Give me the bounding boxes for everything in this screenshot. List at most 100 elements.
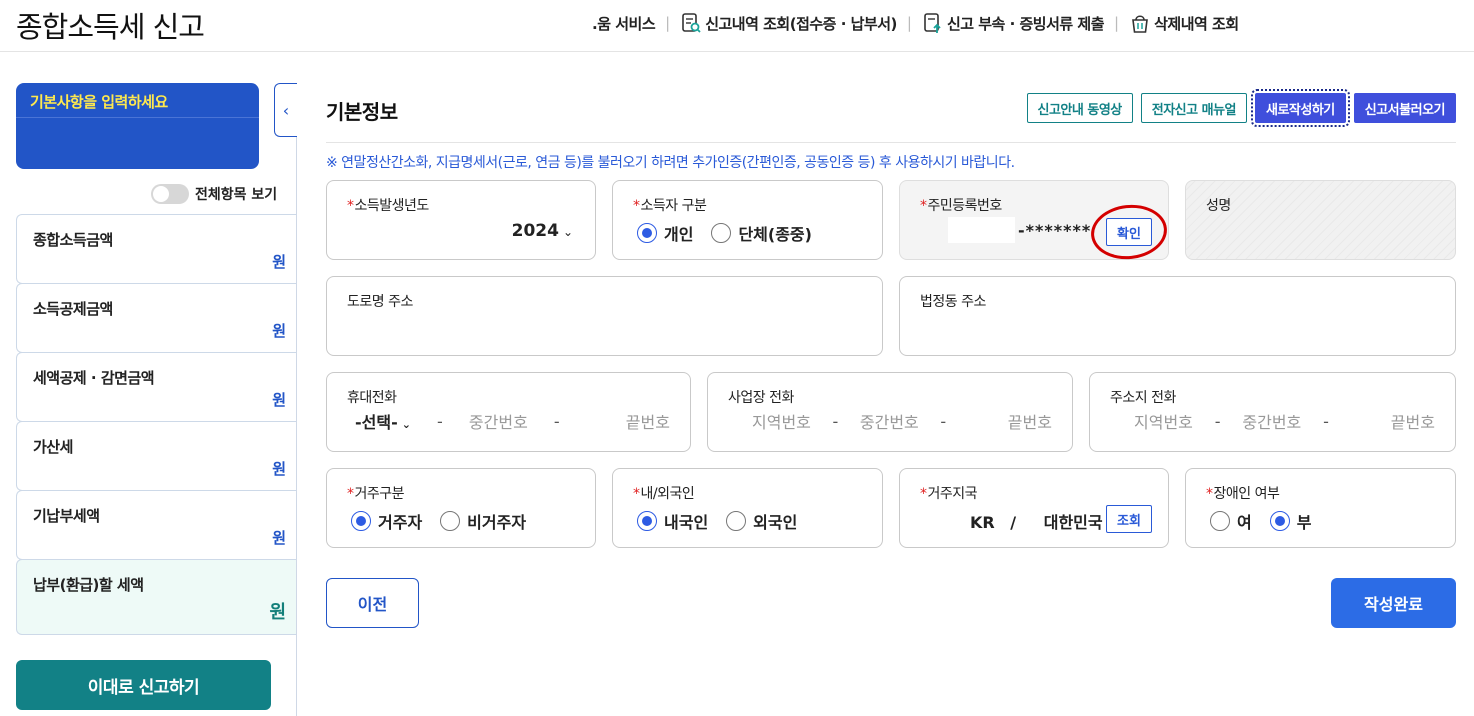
rrn-front-redacted	[948, 217, 1015, 243]
work-area-input[interactable]: 지역번호	[752, 409, 811, 433]
rrn-masked-tail: -*******	[1018, 221, 1092, 240]
summary-label: 소득공제금액	[33, 300, 113, 318]
nationality-radio-group: 내국인 외국인	[637, 509, 815, 533]
residence-country-field: *거주지국 KR / 대한민국 조회	[899, 468, 1169, 548]
header-buttons: 신고안내 동영상 전자신고 매뉴얼 새로작성하기 신고서불러오기	[1026, 89, 1456, 127]
nav-deleted-history-label: 삭제내역 조회	[1154, 14, 1239, 33]
income-year-select[interactable]: 2024 ⌄	[512, 221, 573, 241]
field-label: *소득자 구분	[633, 195, 707, 215]
load-report-button[interactable]: 신고서불러오기	[1353, 93, 1456, 123]
nav-report-history[interactable]: 신고내역 조회(접수증 · 납부서)	[680, 12, 897, 34]
income-year-label: 소득발생년도	[354, 198, 430, 214]
summary-label: 기납부세액	[33, 507, 100, 525]
earner-type-radio-group: 개인 단체(종중)	[637, 221, 830, 245]
home-middle-input[interactable]: 중간번호	[1242, 409, 1301, 433]
nav-service-label: .움 서비스	[592, 14, 656, 33]
nav-attachment-submit[interactable]: 신고 부속 · 증빙서류 제출	[922, 12, 1105, 34]
summary-item-penalty-tax[interactable]: 가산세 원	[16, 421, 297, 491]
residency-radio-group: 거주자 비거주자	[351, 509, 544, 533]
residency-field: *거주구분 거주자 비거주자	[326, 468, 596, 548]
radio-resident[interactable]: 거주자	[351, 509, 422, 533]
country-name: 대한민국	[1043, 513, 1103, 532]
toggle-knob	[153, 186, 169, 202]
legal-address-field[interactable]: 법정동 주소	[899, 276, 1456, 356]
radio-group-clan[interactable]: 단체(종중)	[711, 221, 812, 245]
required-mark: *	[347, 486, 354, 502]
manual-button[interactable]: 전자신고 매뉴얼	[1140, 93, 1247, 123]
country-lookup-button[interactable]: 조회	[1106, 505, 1152, 533]
chevron-down-icon: ⌄	[401, 418, 411, 431]
radio-circle[interactable]	[637, 223, 657, 243]
mobile-prefix-select[interactable]: -선택- ⌄	[355, 409, 411, 433]
dash: -	[1323, 411, 1329, 431]
residence-country-value: KR / 대한민국	[970, 509, 1103, 533]
guide-video-button[interactable]: 신고안내 동영상	[1026, 93, 1133, 123]
top-nav: .움 서비스 | 신고내역 조회(접수증 · 납부서) | 신고 부속 · 증빙…	[592, 10, 1239, 36]
dash: -	[832, 411, 839, 431]
mobile-phone-inputs: -선택- ⌄ - 중간번호 - 끝번호	[355, 409, 670, 433]
mobile-last-input[interactable]: 끝번호	[626, 409, 670, 433]
radio-circle[interactable]	[711, 223, 732, 243]
report-now-button[interactable]: 이대로 신고하기	[16, 660, 271, 710]
home-area-input[interactable]: 지역번호	[1134, 409, 1193, 433]
previous-button[interactable]: 이전	[326, 578, 419, 628]
guide-title: 기본사항을 입력하세요	[30, 93, 168, 111]
summary-label: 가산세	[33, 438, 73, 456]
radio-korean[interactable]: 내국인	[637, 509, 708, 533]
disabled-radio-group: 여 부	[1210, 509, 1329, 533]
dash: -	[553, 411, 560, 431]
field-label: 성명	[1206, 198, 1231, 214]
section-title: 기본정보	[326, 100, 398, 124]
work-middle-input[interactable]: 중간번호	[860, 409, 919, 433]
summary-label: 세액공제 · 감면금액	[33, 369, 155, 387]
radio-label: 개인	[664, 225, 694, 244]
legal-address-label: 법정동 주소	[920, 294, 986, 310]
summary-item-income-deduction[interactable]: 소득공제금액 원	[16, 283, 297, 353]
work-last-input[interactable]: 끝번호	[1008, 409, 1052, 433]
radio-foreigner[interactable]: 외국인	[726, 509, 797, 533]
new-write-button[interactable]: 새로작성하기	[1251, 89, 1350, 127]
section-divider	[326, 142, 1456, 143]
road-address-field[interactable]: 도로명 주소	[326, 276, 883, 356]
summary-item-tax-credit[interactable]: 세액공제 · 감면금액 원	[16, 352, 297, 422]
work-phone-inputs: 지역번호 - 중간번호 - 끝번호	[752, 409, 1052, 433]
radio-circle[interactable]	[637, 511, 657, 531]
radio-disabled-yes[interactable]: 여	[1210, 509, 1252, 533]
sidebar-collapse-button[interactable]: ‹	[274, 83, 297, 137]
nav-service[interactable]: .움 서비스	[592, 13, 656, 34]
income-year-field[interactable]: *소득발생년도 2024 ⌄	[326, 180, 596, 260]
field-label: *소득발생년도	[347, 195, 429, 215]
mobile-phone-label: 휴대전화	[347, 390, 397, 406]
home-last-input[interactable]: 끝번호	[1391, 409, 1435, 433]
summary-unit: 원	[272, 460, 286, 478]
radio-individual[interactable]: 개인	[637, 221, 693, 245]
summary-item-prepaid-tax[interactable]: 기납부세액 원	[16, 490, 297, 560]
radio-circle[interactable]	[1210, 511, 1230, 531]
radio-label: 비거주자	[467, 513, 527, 532]
radio-circle[interactable]	[726, 511, 747, 531]
show-all-toggle[interactable]	[151, 184, 189, 204]
nationality-label: 내/외국인	[640, 486, 695, 502]
earner-type-field: *소득자 구분 개인 단체(종중)	[612, 180, 883, 260]
radio-circle[interactable]	[1269, 511, 1290, 531]
nav-deleted-history[interactable]: 삭제내역 조회	[1129, 12, 1239, 34]
country-code: KR	[970, 513, 995, 532]
required-mark: *	[347, 198, 354, 214]
show-all-toggle-label: 전체항목 보기	[195, 187, 278, 203]
summary-unit: 원	[272, 322, 286, 340]
complete-button[interactable]: 작성완료	[1331, 578, 1456, 628]
radio-disabled-no[interactable]: 부	[1269, 509, 1311, 533]
required-mark: *	[920, 486, 927, 502]
summary-list: 종합소득금액 원 소득공제금액 원 세액공제 · 감면금액 원 가산세 원 기납…	[16, 214, 297, 635]
radio-circle[interactable]	[351, 511, 371, 531]
guide-box: 기본사항을 입력하세요	[16, 83, 259, 169]
radio-non-resident[interactable]: 비거주자	[440, 509, 526, 533]
summary-item-payable-tax[interactable]: 납부(환급)할 세액 원	[16, 559, 297, 635]
mobile-middle-input[interactable]: 중간번호	[469, 409, 528, 433]
radio-label: 외국인	[753, 513, 798, 532]
radio-circle[interactable]	[440, 511, 461, 531]
field-label: *거주구분	[347, 483, 405, 503]
work-phone-field: 사업장 전화 지역번호 - 중간번호 - 끝번호	[707, 372, 1073, 452]
summary-item-total-income[interactable]: 종합소득금액 원	[16, 214, 297, 284]
required-mark: *	[633, 198, 640, 214]
